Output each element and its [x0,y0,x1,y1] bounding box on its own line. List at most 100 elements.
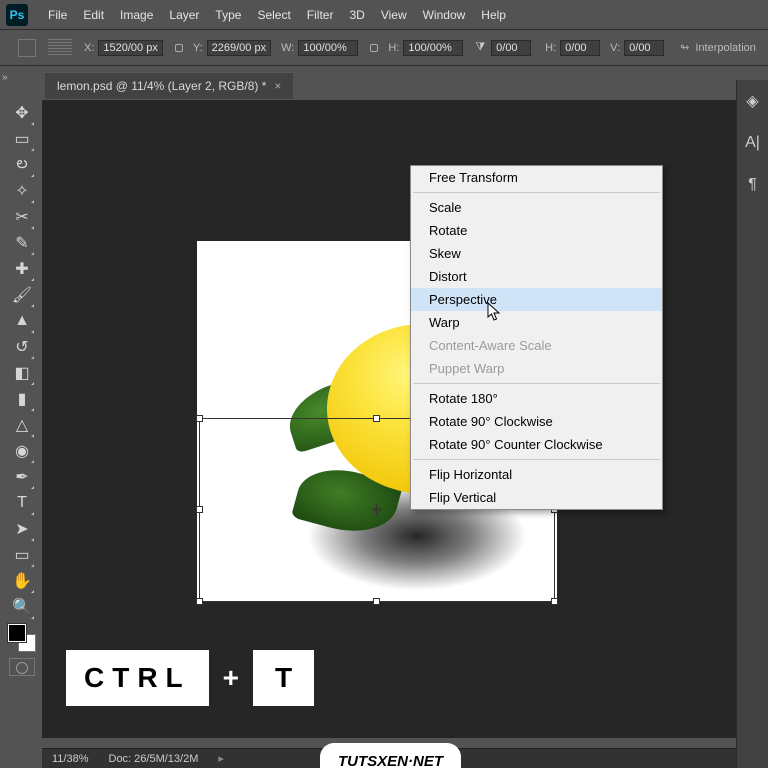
watermark: TUTSXEN·NET [320,743,461,768]
menu-3d[interactable]: 3D [341,8,372,22]
delta-icon[interactable] [173,42,185,54]
document-tab[interactable]: lemon.psd @ 11/4% (Layer 2, RGB/8) * × [45,72,293,99]
menu-item-flip-horizontal[interactable]: Flip Horizontal [411,463,662,486]
menu-file[interactable]: File [40,8,75,22]
menu-bar: Ps FileEditImageLayerTypeSelectFilter3DV… [0,0,768,30]
h-input[interactable]: 100/00% [403,40,463,56]
history-brush-tool[interactable]: ↺ [9,334,35,360]
brush-tool[interactable]: 🖌 [9,282,35,308]
menu-item-scale[interactable]: Scale [411,196,662,219]
x-input[interactable]: 1520/00 px [98,40,162,56]
menu-item-rotate-180-[interactable]: Rotate 180° [411,387,662,410]
skew-h-label: H: [545,42,556,54]
menu-help[interactable]: Help [473,8,514,22]
options-bar: X: 1520/00 px Y: 2269/00 px W: 100/00% H: 10… [0,30,768,66]
menu-layer[interactable]: Layer [161,8,207,22]
crop-tool[interactable]: ✂ [9,204,35,230]
skew-h-input[interactable]: 0/00 [560,40,600,56]
ref-point-grid-icon[interactable] [48,39,72,57]
menu-image[interactable]: Image [112,8,161,22]
clone-stamp-tool[interactable]: ▲ [9,308,35,334]
menu-separator [413,383,660,384]
menu-separator [413,459,660,460]
rotate-input[interactable]: 0/00 [491,40,531,56]
skew-v-input[interactable]: 0/00 [624,40,664,56]
gradient-tool[interactable]: ▮ [9,386,35,412]
right-panel-dock: ◈ A| ¶ [736,80,768,768]
menu-separator [413,192,660,193]
tools-panel: ✥▭ల✧✂✎✚🖌▲↺◧▮△◉✒T➤▭✋🔍 [6,100,38,676]
w-input[interactable]: 100/00% [298,40,358,56]
marquee-tool[interactable]: ▭ [9,126,35,152]
eyedropper-tool[interactable]: ✎ [9,230,35,256]
path-select-tool[interactable]: ➤ [9,516,35,542]
swatches[interactable] [8,624,36,652]
panel-expander-icon[interactable]: » [2,72,8,83]
menu-view[interactable]: View [373,8,415,22]
lasso-tool[interactable]: ల [9,152,35,178]
cursor-icon [487,302,501,322]
menu-select[interactable]: Select [249,8,298,22]
menu-window[interactable]: Window [415,8,474,22]
transform-handle[interactable] [551,598,558,605]
menu-edit[interactable]: Edit [75,8,112,22]
plus-icon: + [223,662,239,694]
magic-wand-tool[interactable]: ✧ [9,178,35,204]
h-label: H: [388,42,399,54]
menu-item-distort[interactable]: Distort [411,265,662,288]
eraser-tool[interactable]: ◧ [9,360,35,386]
dodge-tool[interactable]: ◉ [9,438,35,464]
interp-icon: ↬ [680,41,689,54]
w-label: W: [281,42,294,54]
document-tab-title: lemon.psd @ 11/4% (Layer 2, RGB/8) * [57,79,266,93]
rectangle-tool[interactable]: ▭ [9,542,35,568]
pen-tool[interactable]: ✒ [9,464,35,490]
x-label: X: [84,42,94,54]
menu-item-puppet-warp: Puppet Warp [411,357,662,380]
type-tool[interactable]: T [9,490,35,516]
shortcut-overlay: CTRL + T [66,650,314,706]
transform-handle[interactable] [373,598,380,605]
menu-filter[interactable]: Filter [299,8,342,22]
zoom-tool[interactable]: 🔍 [9,594,35,620]
blur-tool[interactable]: △ [9,412,35,438]
quick-mask-icon[interactable] [9,658,35,676]
hand-tool[interactable]: ✋ [9,568,35,594]
transform-ref-icon[interactable] [18,39,36,57]
close-tab-icon[interactable]: × [274,79,281,93]
menu-item-content-aware-scale: Content-Aware Scale [411,334,662,357]
paragraph-panel-icon[interactable]: ¶ [742,174,764,196]
keycap-t: T [253,650,314,706]
layers-panel-icon[interactable]: ◈ [742,90,764,112]
y-input[interactable]: 2269/00 px [207,40,271,56]
doc-size: Doc: 26/5M/13/2M [109,753,199,765]
menu-type[interactable]: Type [207,8,249,22]
link-wh-icon[interactable] [368,42,380,54]
character-panel-icon[interactable]: A| [742,132,764,154]
transform-center-icon[interactable] [371,504,383,516]
transform-handle[interactable] [196,415,203,422]
y-label: Y: [193,42,203,54]
menu-item-skew[interactable]: Skew [411,242,662,265]
zoom-level[interactable]: 11/38% [52,753,89,765]
foreground-swatch[interactable] [8,624,26,642]
transform-handle[interactable] [196,506,203,513]
transform-handle[interactable] [373,415,380,422]
keycap-ctrl: CTRL [66,650,209,706]
transform-context-menu: Free Transform ScaleRotateSkewDistortPers… [410,165,663,510]
skew-v-label: V: [610,42,620,54]
menu-item-perspective[interactable]: Perspective [411,288,662,311]
move-tool[interactable]: ✥ [9,100,35,126]
interp-label: Interpolation [695,42,756,54]
menu-item-rotate-90-clockwise[interactable]: Rotate 90° Clockwise [411,410,662,433]
app-logo: Ps [6,4,28,26]
menu-item-rotate[interactable]: Rotate [411,219,662,242]
menu-item-rotate-90-counter-clockwise[interactable]: Rotate 90° Counter Clockwise [411,433,662,456]
healing-brush-tool[interactable]: ✚ [9,256,35,282]
menu-item-flip-vertical[interactable]: Flip Vertical [411,486,662,509]
menu-item-free-transform[interactable]: Free Transform [411,166,662,189]
disclosure-icon[interactable]: ▸ [218,752,224,765]
angle-icon: ⧩ [475,41,485,54]
menu-item-warp[interactable]: Warp [411,311,662,334]
transform-handle[interactable] [196,598,203,605]
